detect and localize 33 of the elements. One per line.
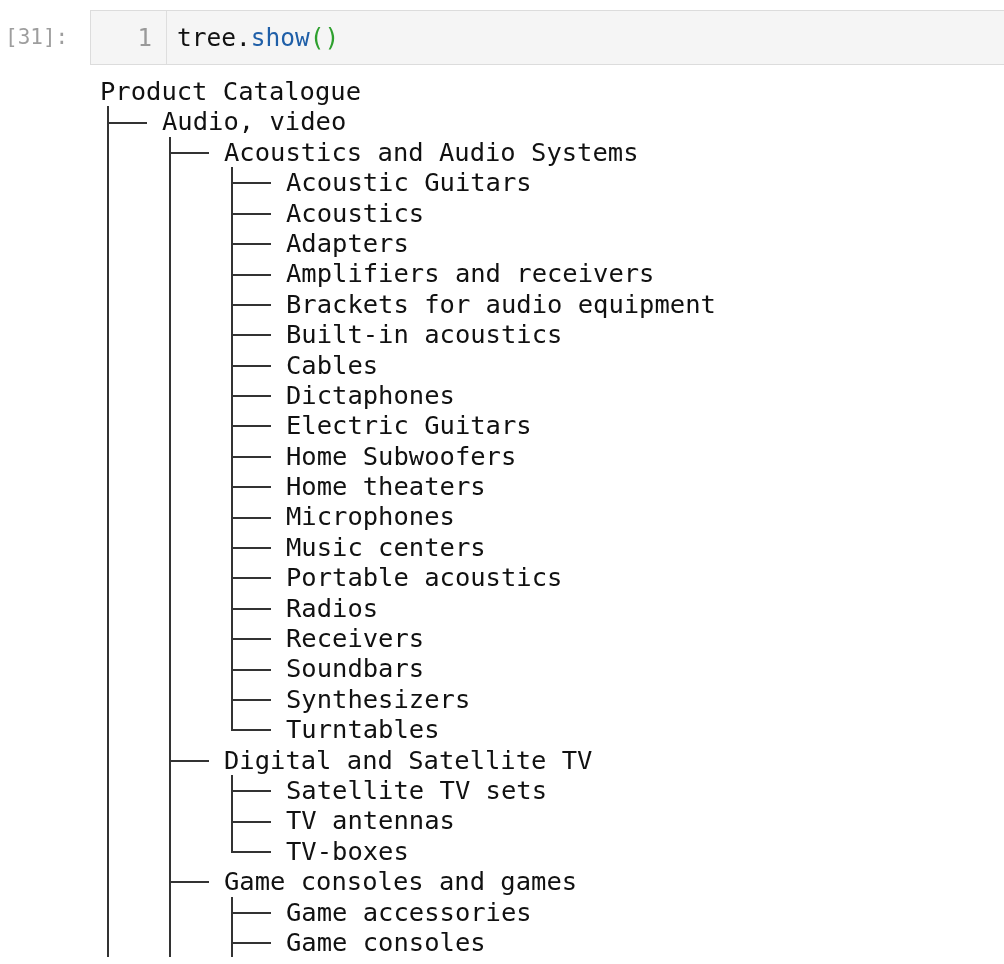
- code-cell-input[interactable]: 1 tree.show(): [90, 10, 1004, 65]
- tree-node-label: Dictaphones: [286, 379, 455, 411]
- tree-node-label: Game accessories: [286, 896, 532, 927]
- tree-node-label: Digital and Satellite TV: [224, 744, 593, 775]
- tree-node-label: Radios: [286, 592, 379, 624]
- tree-node-label: Portable acoustics: [286, 562, 563, 593]
- tree-node-label: Product Catalogue: [100, 76, 361, 107]
- tree-node-label: Cables: [286, 349, 379, 380]
- tree-node-label: Acoustics: [286, 197, 425, 228]
- tree-node-label: Electric Guitars: [286, 410, 532, 441]
- tree-node-label: Soundbars: [286, 653, 425, 684]
- tree-node-label: Adapters: [286, 227, 409, 259]
- execution-count: [31]:: [5, 25, 69, 51]
- tree-node-label: Brackets for audio equipment: [286, 288, 716, 320]
- tree-node-label: Synthesizers: [286, 683, 471, 715]
- tree-node-label: Satellite TV sets: [286, 775, 547, 806]
- code-line: tree.show(): [177, 23, 340, 52]
- tree-node-label: Acoustics and Audio Systems: [224, 136, 639, 168]
- tree-node-label: Home Subwoofers: [286, 440, 517, 472]
- tree-node-label: Audio, video: [162, 106, 347, 137]
- tree-node-label: TV antennas: [286, 805, 455, 836]
- tree-node-label: Turntables: [286, 714, 440, 745]
- tree-node-label: Microphones: [286, 501, 455, 532]
- tree-node-label: Built-in acoustics: [286, 319, 563, 350]
- tree-node-label: Game consoles and games: [224, 866, 578, 897]
- tree-node-label: Game consoles: [286, 926, 486, 958]
- tree-node-label: Acoustic Guitars: [286, 167, 532, 198]
- tree-node-label: Amplifiers and receivers: [286, 258, 655, 289]
- tree-node-label: Music centers: [286, 531, 486, 563]
- line-number: 1: [137, 23, 152, 52]
- tree-node-label: TV-boxes: [286, 835, 409, 867]
- tree-node-label: Home theaters: [286, 471, 486, 502]
- tree-node-label: Receivers: [286, 623, 425, 654]
